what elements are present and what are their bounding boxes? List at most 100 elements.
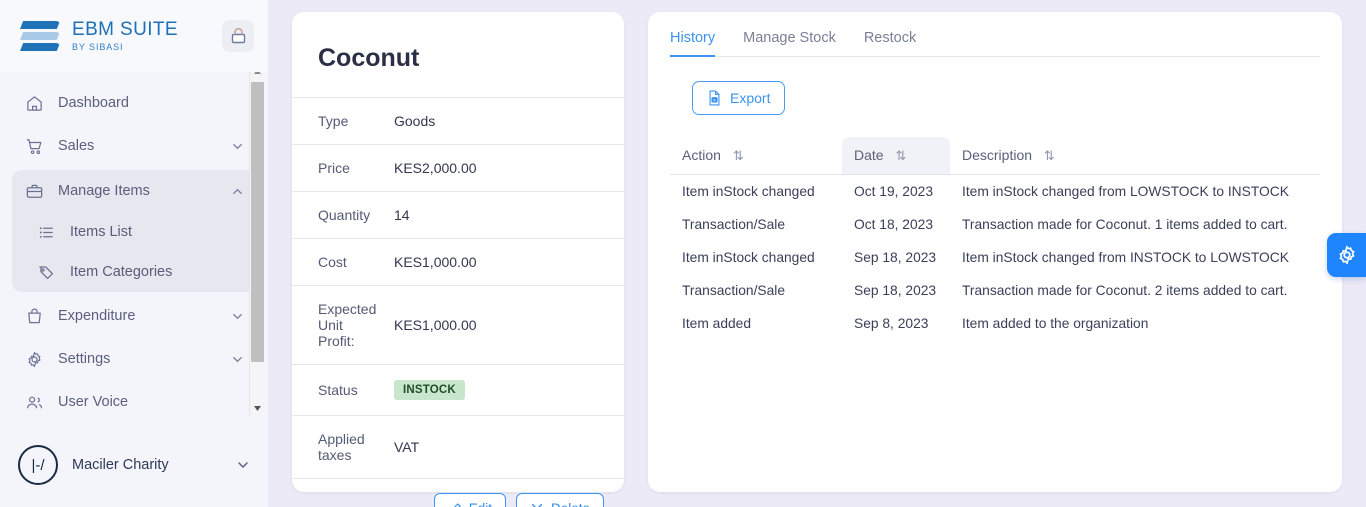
sidebar-item-settings[interactable]: Settings [12,338,256,380]
lock-button[interactable] [222,20,254,52]
home-icon [24,93,44,113]
sidebar-item-items-list[interactable]: Items List [12,212,256,252]
cell-description: Item inStock changed from INSTOCK to LOW… [962,250,1289,265]
column-label: Date [854,147,884,163]
detail-value: 14 [388,191,624,239]
tab-manage-stock[interactable]: Manage Stock [743,30,836,57]
sidebar-item-sales[interactable]: Sales [12,125,256,167]
sidebar-item-label: Sales [58,138,95,154]
cell-description: Transaction made for Coconut. 2 items ad… [962,283,1288,298]
export-button-label: Export [730,90,771,106]
detail-actions: Edit Delete [292,478,624,507]
sidebar-nav: Dashboard Sales Manage Items Items List … [0,72,268,423]
tab-history[interactable]: History [670,30,716,57]
sidebar-header: EBM SUITE BY SIBASI [0,0,268,72]
list-icon [36,222,56,242]
cell-date: Sep 18, 2023 [854,283,937,298]
column-header-action[interactable]: Action ⇅ [670,137,842,175]
history-table: Action ⇅ Date ⇅ Description ⇅ Item inSto… [670,137,1320,340]
edit-button[interactable]: Edit [433,493,506,507]
sidebar-scrollbar[interactable] [249,72,264,416]
gear-icon [1339,245,1354,265]
sidebar-scroll-area: Dashboard Sales Manage Items Items List … [0,72,268,423]
table-row: Applied taxes VAT [292,415,624,478]
sidebar-item-expenditure[interactable]: Expenditure [12,295,256,337]
detail-label: Applied taxes [292,415,388,478]
edit-button-label: Edit [469,501,492,507]
cell-date: Sep 8, 2023 [854,316,929,331]
delete-button-label: Delete [551,501,590,507]
ebm-suite-logo-icon [20,19,62,53]
cell-description: Item added to the organization [962,316,1149,331]
sidebar-item-item-categories[interactable]: Item Categories [12,252,256,292]
brand-subtitle: BY SIBASI [72,42,124,53]
detail-label: Price [292,144,388,192]
column-header-date[interactable]: Date ⇅ [842,137,950,175]
settings-fab-button[interactable] [1327,233,1366,277]
history-panel: History Manage Stock Restock x Export Ac… [648,12,1342,492]
delete-button[interactable]: Delete [515,493,604,507]
detail-value: VAT [388,415,624,478]
table-row: Quantity 14 [292,191,624,239]
sidebar-user-section[interactable]: |-/ Maciler Charity [0,423,268,507]
sidebar-item-label: Dashboard [58,95,129,111]
chevron-down-icon [231,353,244,366]
close-icon [531,503,542,507]
cart-icon [24,136,44,156]
cell-date: Sep 18, 2023 [854,250,937,265]
user-name: Maciler Charity [72,457,169,473]
table-row[interactable]: Transaction/Sale Sep 18, 2023 Transactio… [670,274,1320,307]
status-badge: INSTOCK [394,380,465,400]
detail-value: KES2,000.00 [388,144,624,192]
table-row[interactable]: Item inStock changed Oct 19, 2023 Item i… [670,175,1320,209]
bag-icon [24,306,44,326]
sidebar: EBM SUITE BY SIBASI Dashboard Sales Mana… [0,0,268,507]
table-row: Price KES2,000.00 [292,144,624,192]
page-title: Coconut [318,44,420,72]
detail-label: Cost [292,238,388,286]
table-row[interactable]: Transaction/Sale Oct 18, 2023 Transactio… [670,208,1320,241]
table-row: Expected Unit Profit: KES1,000.00 [292,285,624,365]
cell-action: Item inStock changed [682,184,815,199]
scroll-down-arrow-icon[interactable] [250,401,265,416]
chevron-up-icon [231,185,244,198]
sidebar-item-label: Manage Items [58,183,150,199]
chevron-down-icon [231,310,244,323]
sidebar-group-manage-items: Manage Items Items List Item Categories [12,170,256,292]
main-content: Coconut Type Goods Price KES2,000.00 Qua… [268,0,1366,507]
sort-icon[interactable]: ⇅ [895,148,906,163]
excel-file-icon: x [709,90,720,106]
sort-icon[interactable]: ⇅ [733,148,744,163]
scrollbar-thumb[interactable] [251,82,264,362]
sidebar-item-label: Settings [58,351,111,367]
detail-label: Type [292,97,388,145]
sidebar-item-label: Item Categories [70,264,173,280]
scroll-up-arrow-icon[interactable] [250,72,265,79]
sidebar-item-dashboard[interactable]: Dashboard [12,82,256,124]
table-row: Status INSTOCK [292,364,624,416]
brand: EBM SUITE BY SIBASI [72,18,179,53]
tag-icon [36,262,56,282]
table-row: Cost KES1,000.00 [292,238,624,286]
table-row[interactable]: Item inStock changed Sep 18, 2023 Item i… [670,241,1320,274]
avatar: |-/ [18,445,58,485]
column-label: Action [682,147,721,163]
sidebar-item-manage-items[interactable]: Manage Items [12,170,256,212]
cell-action: Item added [682,316,752,331]
sort-icon[interactable]: ⇅ [1044,148,1055,163]
cell-action: Transaction/Sale [682,283,786,298]
sidebar-item-label: Items List [70,224,133,240]
brand-title: EBM SUITE [72,18,179,40]
export-button[interactable]: x Export [692,81,786,115]
gear-icon [24,349,44,369]
export-toolbar: x Export [670,57,1320,115]
chevron-down-icon[interactable] [236,458,250,472]
table-row[interactable]: Item added Sep 8, 2023 Item added to the… [670,307,1320,340]
column-header-description[interactable]: Description ⇅ [950,137,1320,175]
tab-list: History Manage Stock Restock [670,12,1320,57]
tab-restock[interactable]: Restock [864,30,916,57]
item-detail-table: Type Goods Price KES2,000.00 Quantity 14… [292,97,624,478]
table-header-row: Action ⇅ Date ⇅ Description ⇅ [670,137,1320,175]
sidebar-item-user-voice[interactable]: User Voice [12,381,256,423]
column-label: Description [962,147,1033,163]
